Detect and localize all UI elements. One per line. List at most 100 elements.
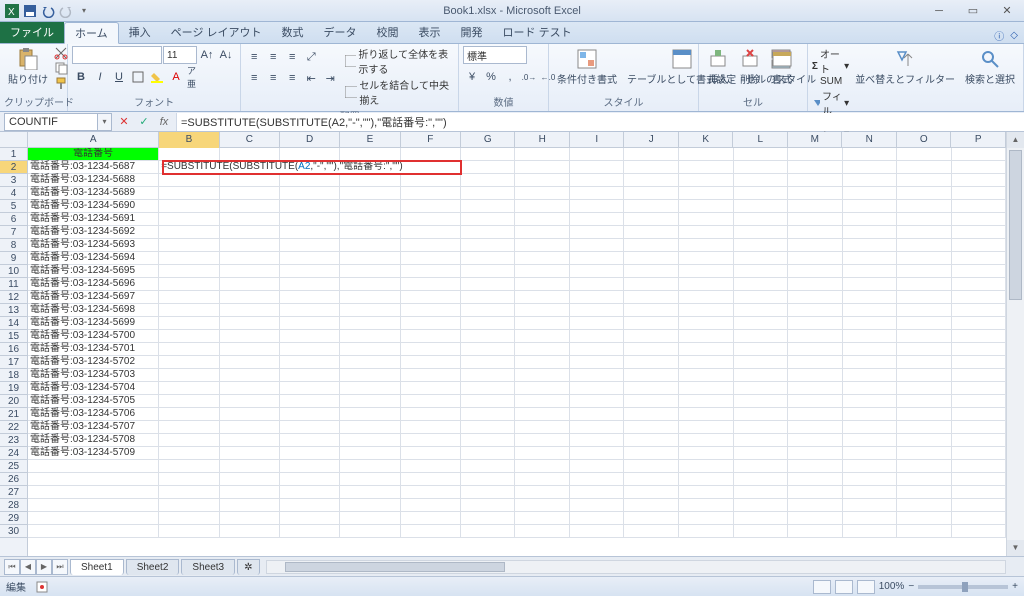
cell-F1[interactable] [401, 148, 461, 161]
cell-F3[interactable] [401, 174, 461, 187]
cell-B17[interactable] [159, 356, 219, 369]
number-format-combo[interactable]: 標準 [463, 46, 527, 64]
cell-N13[interactable] [843, 304, 898, 317]
cell-H14[interactable] [515, 317, 570, 330]
cell-G13[interactable] [461, 304, 516, 317]
align-middle-icon[interactable]: ≡ [264, 48, 282, 66]
cell-N3[interactable] [843, 174, 898, 187]
cell-A12[interactable]: 電話番号:03-1234-5697 [28, 291, 159, 304]
cell-J7[interactable] [624, 226, 679, 239]
cell-N2[interactable] [843, 161, 898, 174]
cell-P17[interactable] [952, 356, 1006, 369]
cell-P25[interactable] [952, 460, 1006, 473]
name-box-dropdown-icon[interactable]: ▾ [98, 113, 112, 131]
cell-B27[interactable] [159, 486, 219, 499]
cell-F10[interactable] [401, 265, 461, 278]
tab-nav-first-icon[interactable]: ⏮ [4, 559, 20, 575]
row-header-8[interactable]: 8 [0, 239, 27, 252]
cell-H30[interactable] [515, 525, 570, 538]
cell-A22[interactable]: 電話番号:03-1234-5707 [28, 421, 159, 434]
minimize-button[interactable]: ─ [926, 4, 952, 18]
cell-P15[interactable] [952, 330, 1006, 343]
cell-J15[interactable] [624, 330, 679, 343]
cell-G16[interactable] [461, 343, 516, 356]
scroll-down-icon[interactable]: ▼ [1007, 540, 1024, 556]
cell-C22[interactable] [220, 421, 280, 434]
cell-D3[interactable] [280, 174, 340, 187]
cell-E29[interactable] [340, 512, 400, 525]
cell-G4[interactable] [461, 187, 516, 200]
cell-H27[interactable] [515, 486, 570, 499]
cell-F11[interactable] [401, 278, 461, 291]
cell-C10[interactable] [220, 265, 280, 278]
increase-decimal-icon[interactable]: .0→ [520, 68, 538, 86]
cell-K1[interactable] [679, 148, 734, 161]
view-normal-icon[interactable] [813, 580, 831, 594]
cell-E23[interactable] [340, 434, 400, 447]
formula-input[interactable]: =SUBSTITUTE(SUBSTITUTE(A2,"-",""),"電話番号:… [176, 113, 1024, 131]
cell-A13[interactable]: 電話番号:03-1234-5698 [28, 304, 159, 317]
col-header-C[interactable]: C [220, 132, 280, 148]
cell-H10[interactable] [515, 265, 570, 278]
cell-N14[interactable] [843, 317, 898, 330]
indent-decrease-icon[interactable]: ⇤ [302, 69, 320, 87]
cell-I20[interactable] [570, 395, 625, 408]
cell-N24[interactable] [843, 447, 898, 460]
cell-J1[interactable] [624, 148, 679, 161]
cell-A25[interactable] [28, 460, 159, 473]
cell-C26[interactable] [220, 473, 280, 486]
sheet-tab-sheet1[interactable]: Sheet1 [70, 559, 124, 575]
cell-N21[interactable] [843, 408, 898, 421]
cell-M15[interactable] [788, 330, 843, 343]
cell-C27[interactable] [220, 486, 280, 499]
cell-J3[interactable] [624, 174, 679, 187]
cell-J24[interactable] [624, 447, 679, 460]
cell-L30[interactable] [734, 525, 789, 538]
cell-A14[interactable]: 電話番号:03-1234-5699 [28, 317, 159, 330]
row-header-6[interactable]: 6 [0, 213, 27, 226]
find-select-button[interactable]: 検索と選択 [961, 46, 1019, 88]
cell-K7[interactable] [679, 226, 734, 239]
cell-H8[interactable] [515, 239, 570, 252]
cell-N4[interactable] [843, 187, 898, 200]
cell-O16[interactable] [897, 343, 952, 356]
cell-L21[interactable] [734, 408, 789, 421]
cell-O22[interactable] [897, 421, 952, 434]
enter-formula-icon[interactable]: ✓ [134, 113, 154, 131]
cell-L3[interactable] [734, 174, 789, 187]
cell-K16[interactable] [679, 343, 734, 356]
cell-P10[interactable] [952, 265, 1006, 278]
cell-N8[interactable] [843, 239, 898, 252]
cell-L7[interactable] [734, 226, 789, 239]
cell-D29[interactable] [280, 512, 340, 525]
cell-D26[interactable] [280, 473, 340, 486]
cell-C14[interactable] [220, 317, 280, 330]
cell-E21[interactable] [340, 408, 400, 421]
cell-B11[interactable] [159, 278, 219, 291]
cell-E12[interactable] [340, 291, 400, 304]
cell-E1[interactable] [340, 148, 400, 161]
col-header-O[interactable]: O [897, 132, 952, 148]
cell-N20[interactable] [843, 395, 898, 408]
cell-A28[interactable] [28, 499, 159, 512]
cell-H24[interactable] [515, 447, 570, 460]
cell-A7[interactable]: 電話番号:03-1234-5692 [28, 226, 159, 239]
cell-M28[interactable] [788, 499, 843, 512]
cell-L5[interactable] [734, 200, 789, 213]
cell-L25[interactable] [734, 460, 789, 473]
close-button[interactable]: ✕ [994, 4, 1020, 18]
cell-E6[interactable] [340, 213, 400, 226]
cell-M21[interactable] [788, 408, 843, 421]
row-header-9[interactable]: 9 [0, 252, 27, 265]
cell-O1[interactable] [897, 148, 952, 161]
row-header-5[interactable]: 5 [0, 200, 27, 213]
row-header-2[interactable]: 2 [0, 161, 27, 174]
maximize-button[interactable]: ▭ [960, 4, 986, 18]
cell-P18[interactable] [952, 369, 1006, 382]
row-header-24[interactable]: 24 [0, 447, 27, 460]
cell-C4[interactable] [220, 187, 280, 200]
format-cells-button[interactable]: 書式 [767, 46, 797, 88]
cell-B18[interactable] [159, 369, 219, 382]
cell-H22[interactable] [515, 421, 570, 434]
cell-J17[interactable] [624, 356, 679, 369]
